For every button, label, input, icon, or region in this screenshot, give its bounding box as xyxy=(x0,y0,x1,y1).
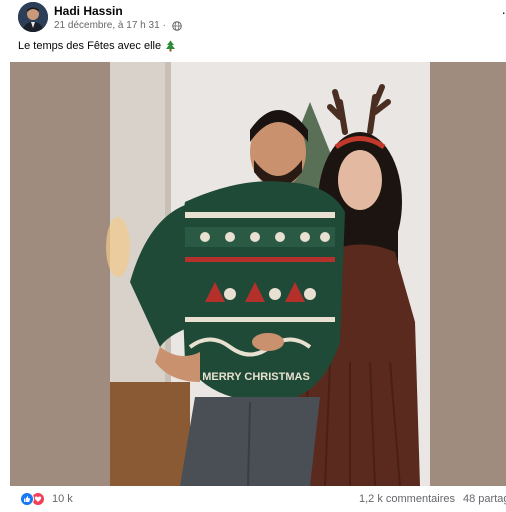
like-icon xyxy=(20,492,34,506)
post-photo[interactable]: MERRY CHRISTMAS xyxy=(10,62,506,486)
sweater-text: MERRY CHRISTMAS xyxy=(202,371,310,383)
comments-count[interactable]: 1,2 k commentaires xyxy=(359,493,455,505)
post-header: Hadi Hassin 21 décembre, à 17 h 31 · · xyxy=(18,2,506,34)
avatar-image xyxy=(18,2,48,32)
post-timestamp[interactable]: 21 décembre, à 17 h 31 xyxy=(54,20,160,31)
shares-count[interactable]: 48 partag xyxy=(463,493,506,505)
christmas-tree-icon xyxy=(166,40,176,52)
more-options-button[interactable]: · xyxy=(492,5,506,22)
post-card: Hadi Hassin 21 décembre, à 17 h 31 · · L… xyxy=(0,0,506,512)
caption-text: Le temps des Fêtes avec elle xyxy=(18,40,162,52)
post-caption: Le temps des Fêtes avec elle xyxy=(18,40,176,52)
post-meta: 21 décembre, à 17 h 31 · xyxy=(54,20,182,31)
reaction-icons[interactable] xyxy=(20,492,50,506)
couple-photo: MERRY CHRISTMAS xyxy=(10,62,506,486)
avatar[interactable] xyxy=(18,2,48,32)
globe-icon xyxy=(172,20,182,31)
author-name[interactable]: Hadi Hassin xyxy=(54,4,123,18)
reaction-count[interactable]: 10 k xyxy=(52,493,73,505)
meta-separator: · xyxy=(162,20,166,31)
post-footer: 10 k 1,2 k commentaires 48 partag xyxy=(0,486,506,512)
